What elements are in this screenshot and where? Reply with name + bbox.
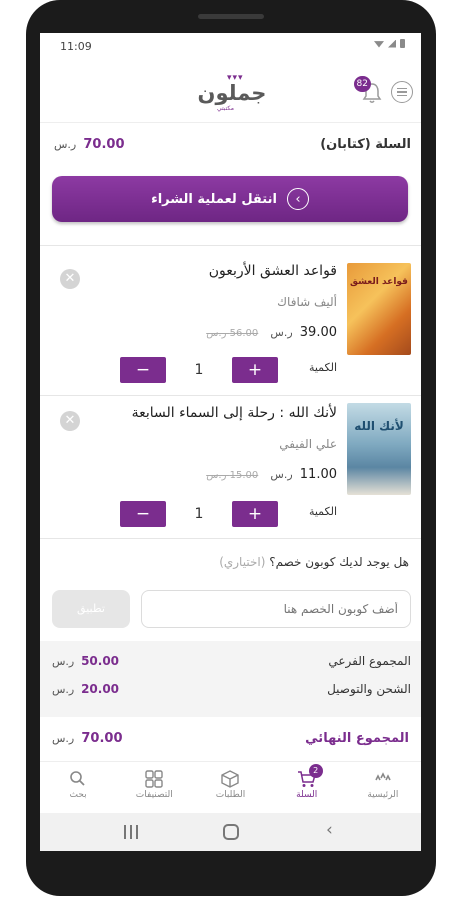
item-author[interactable]: أليف شافاك [277, 295, 337, 309]
currency-label: ر.س [54, 138, 77, 151]
cart-item: لأنك الله لأنك الله : رحلة إلى السماء ال… [40, 397, 421, 537]
cart-title: السلة (كتابان) [320, 137, 411, 152]
nav-search-label: بحث [69, 790, 87, 800]
decrement-button[interactable]: − [120, 357, 166, 383]
item-title[interactable]: لأنك الله : رحلة إلى السماء السابعة [132, 405, 337, 421]
quantity-stepper: − 1 + [120, 501, 278, 527]
item-price: 11.00 ر.س 15.00 ر.س [206, 467, 337, 482]
app-header: 82 ▾▾▾ جملون مكتبتي [40, 59, 421, 123]
coupon-question: هل يوجد لديك كوبون خصم؟ (اختياري) [219, 555, 409, 569]
nav-search[interactable]: بحث [40, 762, 116, 813]
app-screen: 11:09 82 ▾▾▾ جملون مكتبتي السلة (كتابان)… [40, 33, 421, 851]
logo-subtext: مكتبتي [217, 105, 234, 112]
item-price: 39.00 ر.س 56.00 ر.س [206, 325, 337, 340]
currency-label: ر.س [52, 732, 75, 745]
cart-badge: 2 [308, 764, 323, 778]
cart-total-value: 70.00 [83, 137, 125, 152]
item-title[interactable]: قواعد العشق الأربعون [209, 263, 337, 279]
status-time: 11:09 [60, 40, 92, 53]
price-value: 11.00 [299, 467, 337, 482]
cover-title: لأنك الله [354, 419, 404, 433]
checkout-label: انتقل لعملية الشراء [151, 191, 277, 207]
book-cover-image[interactable]: قواعد العشق [347, 263, 411, 355]
system-icons [374, 39, 405, 48]
totals-panel: المجموع الفرعي 50.00 ر.س الشحن والتوصيل … [40, 641, 421, 717]
shipping-row: الشحن والتوصيل 20.00 ر.س [40, 682, 421, 704]
chevron-left-icon: ‹ [286, 188, 309, 210]
grand-total-value: 70.00 ر.س [52, 731, 123, 746]
nav-home-label: الرئيسية [367, 790, 399, 800]
cart-total: 70.00 ر.س [54, 137, 125, 152]
quantity-stepper: − 1 + [120, 357, 278, 383]
grand-total-label: المجموع النهائي [305, 731, 409, 746]
speaker-grille [198, 14, 264, 19]
coupon-question-text: هل يوجد لديك كوبون خصم؟ [269, 555, 409, 569]
currency-label: ر.س [270, 326, 293, 339]
nav-orders-label: الطلبات [215, 790, 246, 800]
subtotal-row: المجموع الفرعي 50.00 ر.س [40, 654, 421, 676]
price-value: 39.00 [299, 325, 337, 340]
grand-total-amount: 70.00 [81, 731, 123, 746]
currency-label: ر.س [52, 655, 75, 668]
logo[interactable]: ▾▾▾ جملون مكتبتي [195, 73, 269, 113]
grand-total-row: المجموع النهائي 70.00 ر.س [40, 731, 421, 755]
divider [40, 538, 421, 539]
cart-item: قواعد العشق قواعد العشق الأربعون أليف شا… [40, 255, 421, 395]
increment-button[interactable]: + [232, 357, 278, 383]
nav-orders[interactable]: الطلبات [192, 762, 268, 813]
apply-coupon-button[interactable]: تطبيق [52, 590, 130, 628]
shipping-amount: 20.00 [81, 682, 120, 696]
shipping-label: الشحن والتوصيل [327, 682, 411, 696]
nav-cart[interactable]: 2 السلة [269, 762, 345, 813]
system-navigation-bar: ‹ [40, 813, 421, 851]
nav-categories-label: التصنيفات [135, 790, 173, 800]
nav-home[interactable]: الرئيسية [345, 762, 421, 813]
coupon-input[interactable] [141, 590, 411, 628]
quantity-label: الكمية [308, 505, 337, 518]
decrement-button[interactable]: − [120, 501, 166, 527]
nav-categories[interactable]: التصنيفات [116, 762, 192, 813]
search-icon [70, 771, 85, 786]
notifications-button[interactable]: 82 [353, 76, 383, 105]
increment-button[interactable]: + [232, 501, 278, 527]
box-icon [221, 770, 240, 788]
old-price: 15.00 ر.س [206, 470, 259, 481]
divider [40, 245, 421, 246]
wifi-icon [374, 41, 384, 48]
bottom-navigation: الرئيسية 2 السلة الطلبات التصنيفات بحث [40, 761, 421, 813]
subtotal-value: 50.00 ر.س [52, 654, 119, 668]
notification-badge: 82 [353, 76, 371, 92]
back-icon[interactable]: ‹ [326, 820, 333, 840]
currency-label: ر.س [52, 683, 75, 696]
home-crown-icon [375, 772, 391, 781]
nav-cart-label: السلة [296, 790, 318, 800]
logo-text: جملون [197, 81, 267, 105]
grid-icon [145, 770, 163, 788]
shipping-value: 20.00 ر.س [52, 682, 119, 696]
book-cover-image[interactable]: لأنك الله [347, 403, 411, 495]
coupon-optional: (اختياري) [219, 555, 266, 569]
menu-icon[interactable] [391, 81, 413, 103]
home-button-icon[interactable] [223, 824, 239, 840]
cover-title: قواعد العشق [350, 277, 408, 287]
quantity-value[interactable]: 1 [166, 357, 232, 383]
status-bar: 11:09 [40, 33, 421, 59]
subtotal-label: المجموع الفرعي [328, 654, 411, 668]
old-price: 56.00 ر.س [206, 328, 259, 339]
cart-summary-header: السلة (كتابان) 70.00 ر.س [40, 129, 421, 159]
subtotal-amount: 50.00 [81, 654, 120, 668]
quantity-value[interactable]: 1 [166, 501, 232, 527]
battery-icon [400, 39, 405, 48]
quantity-label: الكمية [308, 361, 337, 374]
currency-label: ر.س [270, 468, 293, 481]
signal-icon [388, 39, 396, 48]
recent-apps-icon[interactable] [124, 825, 138, 839]
remove-item-button[interactable]: ✕ [60, 269, 80, 289]
remove-item-button[interactable]: ✕ [60, 411, 80, 431]
divider [40, 395, 421, 396]
checkout-button[interactable]: انتقل لعملية الشراء ‹ [52, 176, 408, 222]
item-author[interactable]: علي الفيفي [279, 437, 337, 451]
